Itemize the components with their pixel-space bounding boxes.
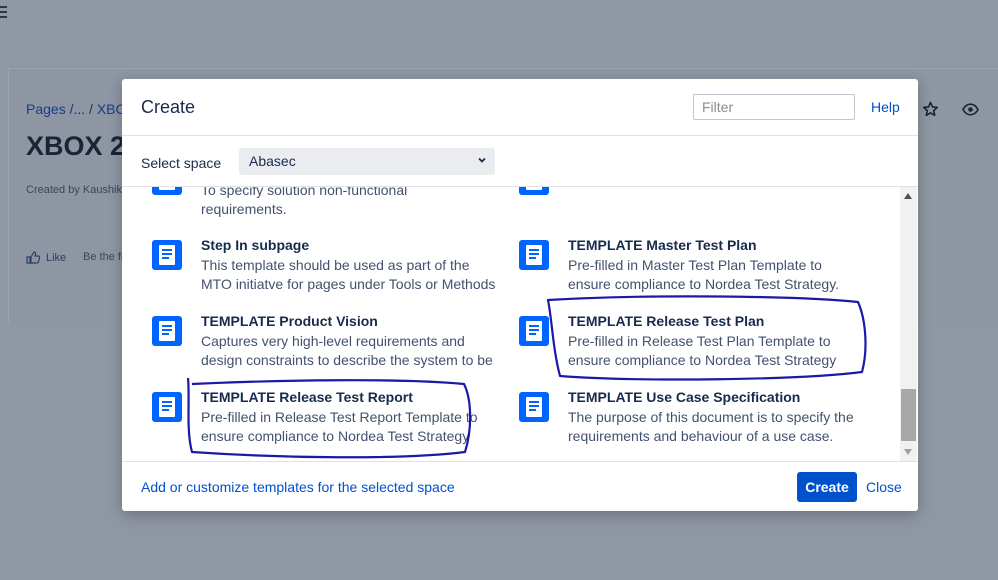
chevron-down-icon xyxy=(478,157,486,163)
breadcrumb: Pages /... / XBC xyxy=(26,101,126,117)
create-button[interactable]: Create xyxy=(797,472,857,502)
like-icon xyxy=(26,251,40,264)
be-first-text: Be the fi xyxy=(83,251,124,263)
like-button: Like xyxy=(26,251,66,264)
template-description: Captures very high-level requirements an… xyxy=(201,333,493,368)
page-template-icon xyxy=(152,392,182,422)
template-description: To specify solution non-functional requi… xyxy=(201,187,408,217)
scroll-down-icon[interactable] xyxy=(904,449,912,455)
scrollbar-thumb[interactable] xyxy=(901,389,916,441)
close-link[interactable]: Close xyxy=(866,479,902,495)
template-list-scrollbar[interactable] xyxy=(900,187,917,461)
template-name: TEMPLATE Master Test Plan xyxy=(568,237,757,253)
space-select[interactable]: Abasec xyxy=(239,148,495,175)
create-dialog: Create Help Select space Abasec To speci… xyxy=(122,79,918,511)
template-description: Pre-filled in Master Test Plan Template … xyxy=(568,257,840,292)
filter-input[interactable] xyxy=(693,94,855,120)
page-template-icon xyxy=(152,240,182,270)
select-space-row: Select space Abasec xyxy=(122,136,918,187)
page-template-icon xyxy=(519,187,549,195)
select-space-label: Select space xyxy=(141,155,222,171)
template-description: This template should be used as part of … xyxy=(201,257,496,292)
scroll-up-icon[interactable] xyxy=(904,193,912,199)
template-list: To specify solution non-functional requi… xyxy=(122,187,900,461)
space-select-value: Abasec xyxy=(249,153,296,169)
page-template-icon xyxy=(152,187,182,195)
like-label: Like xyxy=(46,251,67,264)
page-template-icon xyxy=(519,392,549,422)
dialog-title: Create xyxy=(141,97,196,117)
template-description: Pre-filled in Release Test Report Templa… xyxy=(201,409,478,444)
dialog-footer: Add or customize templates for the selec… xyxy=(122,461,918,511)
dialog-header: Create Help xyxy=(122,79,918,136)
help-link[interactable]: Help xyxy=(871,99,900,115)
customize-templates-link[interactable]: Add or customize templates for the selec… xyxy=(141,479,455,495)
page-template-icon xyxy=(152,316,182,346)
template-name: Step In subpage xyxy=(201,237,310,253)
page-template-icon xyxy=(519,316,549,346)
star-icon xyxy=(922,101,939,117)
template-description: Pre-filled in Release Test Plan Template… xyxy=(568,333,837,368)
template-name: TEMPLATE Product Vision xyxy=(201,313,378,329)
breadcrumb-pages: Pages xyxy=(26,101,66,117)
template-description: The purpose of this document is to speci… xyxy=(568,409,854,444)
menu-icon xyxy=(0,6,8,20)
eye-icon xyxy=(962,103,979,116)
breadcrumb-separator: / xyxy=(89,101,93,117)
template-name: TEMPLATE Release Test Plan xyxy=(568,313,765,329)
breadcrumb-ellipsis: /... xyxy=(69,101,86,117)
created-by-text: Created by Kaushik, xyxy=(26,184,126,196)
page-template-icon xyxy=(519,240,549,270)
template-name: TEMPLATE Release Test Report xyxy=(201,389,413,405)
template-name: TEMPLATE Use Case Specification xyxy=(568,389,801,405)
